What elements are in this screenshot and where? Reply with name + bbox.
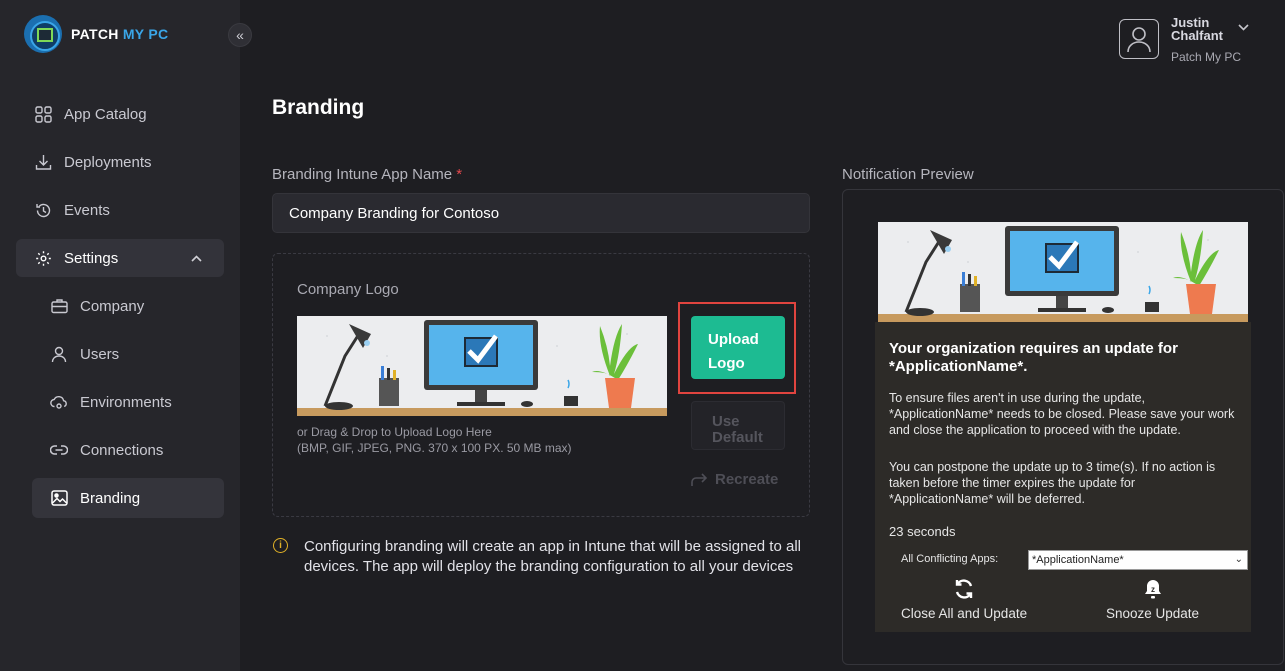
desk-illustration <box>297 316 667 416</box>
user-organization: Patch My PC <box>1171 50 1242 64</box>
recreate-button[interactable]: Recreate <box>690 471 778 488</box>
sidebar-item-label: Environments <box>80 393 172 411</box>
user-avatar-icon <box>1127 27 1151 53</box>
sidebar-item-label: Connections <box>80 441 164 459</box>
drag-drop-hint: or Drag & Drop to Upload Logo Here (BMP,… <box>297 425 572 455</box>
close-all-update-button[interactable]: Close All and Update <box>901 578 1027 621</box>
branding-info-text: Configuring branding will create an app … <box>304 538 801 575</box>
sidebar-item-settings[interactable]: Settings <box>16 239 224 277</box>
refresh-icon <box>955 579 973 599</box>
app-name-label: Branding Intune App Name * <box>272 166 463 183</box>
download-icon <box>34 153 52 171</box>
chevron-down-icon: ⌄ <box>1234 554 1243 565</box>
brand-name: PATCH MY PC <box>71 26 169 42</box>
sidebar-item-label: Branding <box>80 489 141 507</box>
user-name[interactable]: Justin Chalfant <box>1171 16 1233 42</box>
redo-icon <box>691 472 708 486</box>
svg-text:z: z <box>1151 585 1155 594</box>
page-title: Branding <box>272 96 365 119</box>
notification-heading: Your organization requires an update for… <box>889 340 1178 375</box>
sidebar: PATCH MY PC App Catalog Deployments Even… <box>0 0 240 671</box>
company-logo-label: Company Logo <box>297 281 399 298</box>
notification-body-postpone: You can postpone the update up to 3 time… <box>889 460 1216 506</box>
snooze-bell-icon: z <box>1144 580 1161 599</box>
link-icon <box>50 441 68 459</box>
upload-logo-button[interactable]: Upload Logo <box>691 316 785 379</box>
grid-icon <box>34 105 52 123</box>
double-chevron-left-icon: « <box>236 27 244 43</box>
notification-body-close: To ensure files aren't in use during the… <box>889 391 1235 437</box>
sidebar-item-branding[interactable]: Branding <box>32 478 224 518</box>
info-icon: i <box>273 538 288 553</box>
sidebar-item-label: App Catalog <box>64 105 147 123</box>
sidebar-item-users[interactable]: Users <box>32 334 224 374</box>
history-icon <box>34 201 52 219</box>
avatar[interactable] <box>1119 19 1159 59</box>
logo-preview-image <box>297 316 667 416</box>
chevron-up-icon <box>191 251 202 265</box>
required-marker: * <box>456 166 463 183</box>
app-name-input[interactable] <box>272 193 810 233</box>
sidebar-item-deployments[interactable]: Deployments <box>16 143 224 181</box>
sidebar-item-connections[interactable]: Connections <box>32 430 224 470</box>
sidebar-item-label: Events <box>64 201 110 219</box>
notification-preview-label: Notification Preview <box>842 166 974 183</box>
brand-logo[interactable]: PATCH MY PC <box>24 15 168 53</box>
sidebar-item-label: Settings <box>64 249 119 267</box>
image-icon <box>50 489 68 507</box>
sidebar-item-environments[interactable]: Environments <box>32 382 224 422</box>
sidebar-item-label: Users <box>80 345 120 363</box>
sidebar-item-label: Company <box>80 297 145 315</box>
conflicting-apps-select[interactable]: *ApplicationName* ⌄ <box>1028 550 1248 570</box>
chevron-down-icon[interactable] <box>1238 20 1249 34</box>
sidebar-item-company[interactable]: Company <box>32 286 224 326</box>
user-icon <box>50 345 68 363</box>
notification-banner-image <box>878 222 1248 322</box>
sidebar-item-label: Deployments <box>64 153 152 171</box>
conflicting-apps-label: All Conflicting Apps: <box>901 553 999 565</box>
gear-icon <box>34 249 52 267</box>
collapse-sidebar-button[interactable]: « <box>228 23 252 47</box>
notification-card: Your organization requires an update for… <box>875 322 1251 632</box>
use-default-button[interactable]: Use Default <box>691 401 785 450</box>
sidebar-item-app-catalog[interactable]: App Catalog <box>16 95 224 133</box>
notification-countdown: 23 seconds <box>889 524 956 539</box>
patch-my-pc-logo-icon <box>24 15 62 53</box>
snooze-update-button[interactable]: z Snooze Update <box>1106 578 1199 621</box>
briefcase-icon <box>50 297 68 315</box>
desk-illustration <box>878 222 1248 322</box>
sidebar-item-events[interactable]: Events <box>16 191 224 229</box>
cloud-icon <box>50 393 68 411</box>
